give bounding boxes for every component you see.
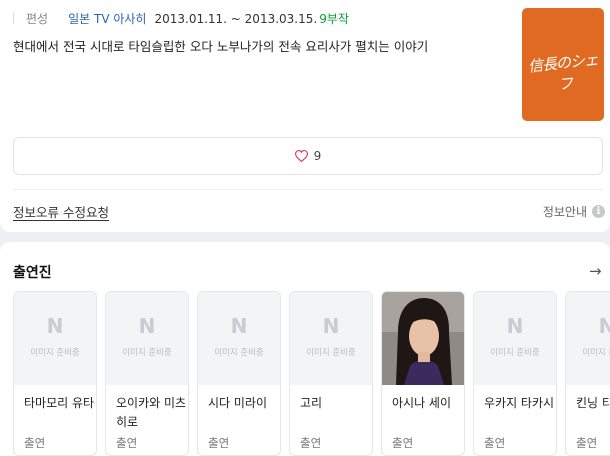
placeholder-image: N 이미지 준비중 xyxy=(198,292,280,385)
info-guide-label: 정보안내 xyxy=(542,205,587,219)
like-count: 9 xyxy=(313,149,322,163)
poster-title: 信長のシェフ xyxy=(527,50,599,94)
cast-role: 출연 xyxy=(484,436,506,450)
n-logo-icon: N xyxy=(506,314,524,338)
cast-role: 출연 xyxy=(392,436,414,450)
placeholder-image: N 이미지 준비중 xyxy=(106,292,188,385)
cast-name: 오이카와 미츠히로 xyxy=(116,396,187,429)
poster-image[interactable]: 信長のシェフ xyxy=(522,8,604,121)
placeholder-image: N 이미지 준비중 xyxy=(566,292,610,385)
cast-item[interactable]: N 이미지 준비중 타마모리 유타 출연 xyxy=(13,291,97,456)
cast-item[interactable]: N 이미지 준비중 고리 출연 xyxy=(289,291,373,456)
n-logo-icon: N xyxy=(322,314,340,338)
placeholder-text: 이미지 준비중 xyxy=(582,348,610,358)
cast-name: 시다 미라이 xyxy=(208,396,268,410)
broadcast-label: 편성 xyxy=(26,12,49,26)
cast-item[interactable]: N 이미지 준비중 오이카와 미츠히로 출연 xyxy=(105,291,189,456)
cast-name: 아시나 세이 xyxy=(392,396,452,410)
n-logo-icon: N xyxy=(566,314,610,338)
placeholder-text: 이미지 준비중 xyxy=(306,348,356,358)
arrow-right-icon[interactable]: → xyxy=(589,262,602,280)
cast-role: 출연 xyxy=(300,436,322,450)
portrait-photo xyxy=(382,292,464,385)
divider xyxy=(13,189,603,190)
cast-item[interactable]: N 이미지 준비중 시다 미라이 출연 xyxy=(197,291,281,456)
placeholder-image: N 이미지 준비중 xyxy=(14,292,96,385)
cast-card: 출연진 → N 이미지 준비중 타마모리 유타 출연 N 이미지 준비중 오이카… xyxy=(0,242,610,456)
cast-name: 우카지 타카시 xyxy=(484,396,555,410)
cast-heading: 출연진 xyxy=(13,265,52,281)
placeholder-text: 이미지 준비중 xyxy=(490,348,540,358)
cast-item[interactable]: N 이미지 준비중 킨닝 티 야마 출연 xyxy=(565,291,610,456)
cast-name: 타마모리 유타 xyxy=(24,396,95,410)
info-icon: i xyxy=(592,205,605,218)
report-error-link[interactable]: 정보오류 수정요청 xyxy=(13,202,109,221)
cast-item[interactable]: N 이미지 준비중 우카지 타카시 출연 xyxy=(473,291,557,456)
n-logo-icon: N xyxy=(230,314,248,338)
divider-bar xyxy=(13,13,14,24)
placeholder-text: 이미지 준비중 xyxy=(214,348,264,358)
placeholder-image: N 이미지 준비중 xyxy=(474,292,556,385)
cast-name: 고리 xyxy=(300,396,323,410)
like-button[interactable]: 9 xyxy=(13,137,603,175)
placeholder-text: 이미지 준비중 xyxy=(122,348,172,358)
synopsis: 현대에서 전국 시대로 타임슬립한 오다 노부나가의 전속 요리사가 펼치는 이… xyxy=(13,39,429,54)
broadcast-info: 편성 일본 TV 아사히 2013.01.11. ~ 2013.03.15. 9… xyxy=(13,10,349,27)
cast-item[interactable]: 아시나 세이 출연 xyxy=(381,291,465,456)
cast-photo xyxy=(382,292,464,385)
cast-list: N 이미지 준비중 타마모리 유타 출연 N 이미지 준비중 오이카와 미츠히로… xyxy=(13,291,610,456)
info-card: 편성 일본 TV 아사히 2013.01.11. ~ 2013.03.15. 9… xyxy=(0,0,610,232)
cast-role: 출연 xyxy=(576,436,598,450)
network-link[interactable]: 일본 TV 아사히 xyxy=(68,10,146,27)
cast-role: 출연 xyxy=(208,436,230,450)
n-logo-icon: N xyxy=(138,314,156,338)
air-dates: 2013.01.11. ~ 2013.03.15. xyxy=(154,11,318,26)
cast-role: 출연 xyxy=(116,436,138,450)
info-guide-link[interactable]: 정보안내 i xyxy=(543,203,605,220)
cast-name: 킨닝 티 야마 xyxy=(576,396,610,410)
placeholder-text: 이미지 준비중 xyxy=(30,348,80,358)
placeholder-image: N 이미지 준비중 xyxy=(290,292,372,385)
n-logo-icon: N xyxy=(46,314,64,338)
cast-role: 출연 xyxy=(24,436,46,450)
episode-count: 9부작 xyxy=(319,12,349,26)
heart-icon xyxy=(294,149,308,163)
